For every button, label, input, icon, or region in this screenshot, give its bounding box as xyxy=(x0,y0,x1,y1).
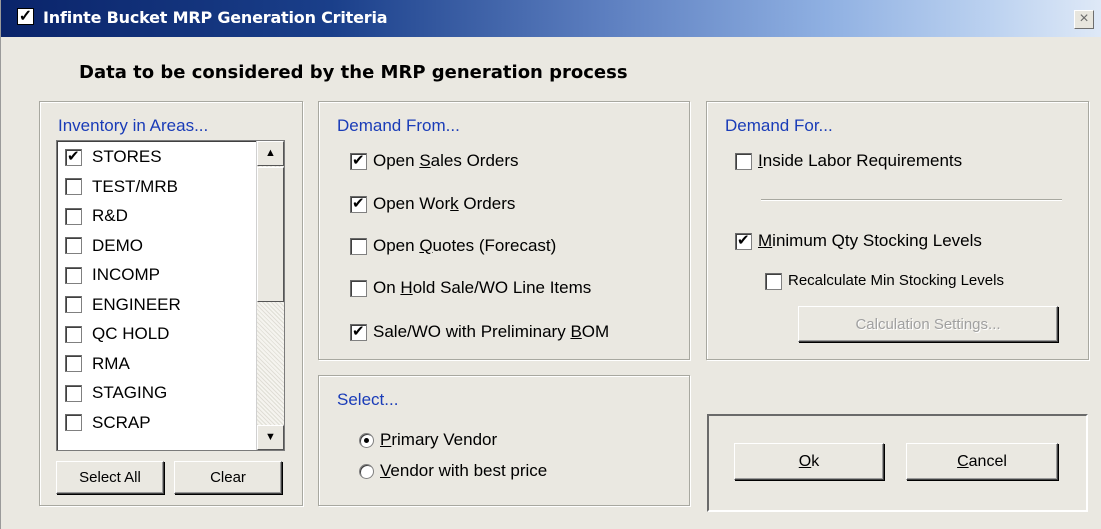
inventory-item-label: RMA xyxy=(92,353,130,373)
demand-from-label: Sale/WO with Preliminary BOM xyxy=(373,322,610,341)
demand-for-divider xyxy=(761,199,1062,201)
inventory-item-checkbox[interactable] xyxy=(65,178,82,195)
inventory-item-checkbox[interactable] xyxy=(65,325,82,343)
demand-from-option[interactable]: Open Quotes (Forecast) xyxy=(350,236,556,256)
cancel-button[interactable]: Cancel xyxy=(906,443,1058,480)
demand-from-checkbox[interactable] xyxy=(350,322,367,341)
inventory-item-label: INCOMP xyxy=(92,265,160,284)
scroll-thumb[interactable] xyxy=(257,167,284,302)
mrp-criteria-dialog: ✓ Infinte Bucket MRP Generation Criteria… xyxy=(0,0,1101,529)
demand-from-checkbox[interactable] xyxy=(350,279,367,297)
scroll-down-icon[interactable]: ▼ xyxy=(257,425,284,450)
demand-from-label: On Hold Sale/WO Line Items xyxy=(373,278,592,297)
min-qty-checkbox[interactable] xyxy=(735,231,752,250)
inventory-item[interactable]: SCRAP xyxy=(65,413,151,433)
inventory-item-checkbox[interactable] xyxy=(65,237,82,254)
inside-labor-checkbox[interactable] xyxy=(735,152,752,170)
inventory-item[interactable]: DEMO xyxy=(65,236,143,256)
title-checkbox-icon[interactable]: ✓ xyxy=(17,8,34,25)
inside-labor-option[interactable]: Inside Labor Requirements xyxy=(735,151,962,171)
inventory-item-label: STAGING xyxy=(92,383,168,402)
vendor-radio[interactable] xyxy=(359,463,374,479)
demand-from-option[interactable]: On Hold Sale/WO Line Items xyxy=(350,278,591,298)
scroll-up-icon[interactable]: ▲ xyxy=(257,141,284,166)
demand-from-label: Open Sales Orders xyxy=(373,151,519,170)
inventory-item-checkbox[interactable] xyxy=(65,355,82,372)
inside-labor-label: Inside Labor Requirements xyxy=(758,151,963,170)
demand-from-checkbox[interactable] xyxy=(350,151,367,170)
demand-from-label: Open Quotes (Forecast) xyxy=(373,236,557,255)
min-qty-label: Minimum Qty Stocking Levels xyxy=(758,231,982,250)
inventory-item-checkbox[interactable] xyxy=(65,384,82,402)
recalc-label: Recalculate Min Stocking Levels xyxy=(788,272,1004,289)
inventory-item-checkbox[interactable] xyxy=(65,147,82,166)
clear-button[interactable]: Clear xyxy=(174,461,282,494)
recalc-checkbox[interactable] xyxy=(765,272,782,290)
inventory-item-label: ENGINEER xyxy=(92,294,181,314)
inventory-item-label: DEMO xyxy=(92,235,143,255)
inventory-item-checkbox[interactable] xyxy=(65,296,82,313)
inventory-item-label: STORES xyxy=(92,147,162,166)
demand-from-option[interactable]: Open Work Orders xyxy=(350,194,515,214)
demand-from-title: Demand From... xyxy=(337,116,460,135)
vendor-option-label: Vendor with best price xyxy=(380,461,548,480)
inventory-item-label: QC HOLD xyxy=(92,324,170,343)
vendor-option-label: Primary Vendor xyxy=(380,430,498,449)
demand-from-checkbox[interactable] xyxy=(350,237,367,255)
vendor-option[interactable]: Vendor with best price xyxy=(359,461,547,481)
vendor-option[interactable]: Primary Vendor xyxy=(359,430,497,450)
page-heading: Data to be considered by the MRP generat… xyxy=(79,62,628,83)
inventory-group-title: Inventory in Areas... xyxy=(58,116,209,135)
inventory-item[interactable]: TEST/MRB xyxy=(65,177,178,197)
inventory-item-checkbox[interactable] xyxy=(65,414,82,431)
inventory-item[interactable]: STORES xyxy=(65,147,162,167)
window-title: Infinte Bucket MRP Generation Criteria xyxy=(43,8,388,27)
demand-for-title: Demand For... xyxy=(725,116,833,135)
demand-from-label: Open Work Orders xyxy=(373,194,516,213)
inventory-item-label: R&D xyxy=(92,206,128,225)
vendor-radio[interactable] xyxy=(359,432,374,448)
inventory-item-label: SCRAP xyxy=(92,412,151,432)
inventory-item[interactable]: RMA xyxy=(65,354,130,374)
min-qty-option[interactable]: Minimum Qty Stocking Levels xyxy=(735,231,982,251)
inventory-item-checkbox[interactable] xyxy=(65,207,82,225)
inventory-item[interactable]: ENGINEER xyxy=(65,295,181,315)
inventory-item-label: TEST/MRB xyxy=(92,176,178,196)
title-bar[interactable]: ✓ Infinte Bucket MRP Generation Criteria… xyxy=(1,0,1101,37)
select-all-button[interactable]: Select All xyxy=(56,461,164,494)
demand-from-option[interactable]: Open Sales Orders xyxy=(350,151,519,171)
close-button[interactable]: × xyxy=(1074,10,1094,29)
inventory-areas-list[interactable]: STORES TEST/MRB R&D DEMO INCOMP ENGINEER QC HO… xyxy=(56,140,285,451)
recalc-option[interactable]: Recalculate Min Stocking Levels xyxy=(765,271,1004,291)
inventory-item[interactable]: R&D xyxy=(65,206,128,226)
inventory-item-checkbox[interactable] xyxy=(65,266,82,284)
inventory-scrollbar[interactable]: ▲ ▼ xyxy=(256,141,284,450)
inventory-item[interactable]: STAGING xyxy=(65,383,167,403)
inventory-item[interactable]: QC HOLD xyxy=(65,324,169,344)
ok-button[interactable]: Ok xyxy=(734,443,884,480)
inventory-item[interactable]: INCOMP xyxy=(65,265,160,285)
demand-from-checkbox[interactable] xyxy=(350,194,367,213)
demand-from-option[interactable]: Sale/WO with Preliminary BOM xyxy=(350,322,609,342)
calculation-settings-button[interactable]: Calculation Settings... xyxy=(798,306,1058,342)
select-title: Select... xyxy=(337,390,399,409)
